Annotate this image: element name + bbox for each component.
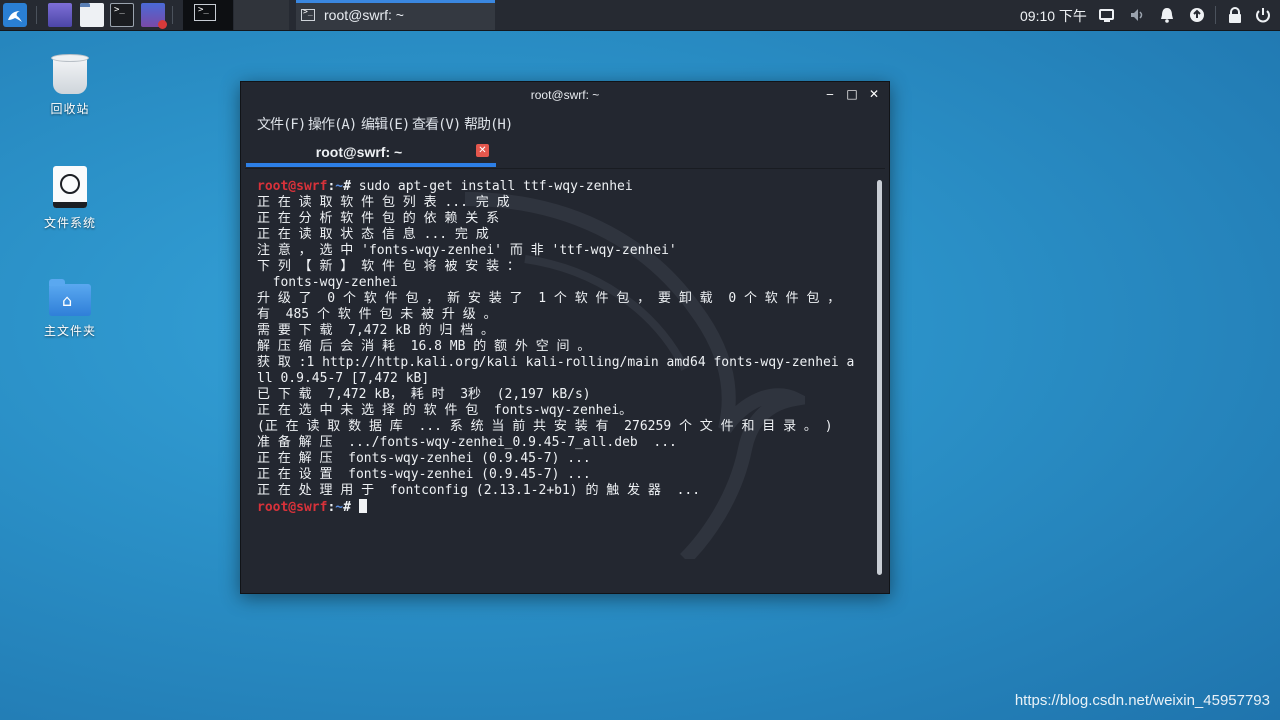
source-watermark-text: https://blog.csdn.net/weixin_45957793 (1014, 692, 1270, 709)
notification-bell-icon[interactable] (1158, 6, 1176, 24)
menu-view[interactable]: 查看(V) (412, 114, 461, 134)
kali-dragon-icon[interactable] (3, 3, 27, 27)
window-titlebar[interactable]: root@swrf: ~ ‒ □ ✕ (241, 82, 889, 108)
workspace-thumbnail-glyph: >_ (198, 5, 209, 15)
desktop-icon-filesystem[interactable]: 文件系统 (25, 166, 115, 231)
desktop-icon-home[interactable]: ⌂ 主文件夹 (25, 279, 115, 339)
window-title: root@swrf: ~ (530, 88, 600, 102)
update-icon[interactable] (1188, 6, 1206, 24)
taskbar-button-label: root@swrf: ~ (324, 7, 404, 23)
lock-icon[interactable] (1226, 6, 1244, 24)
kali-dragon-icon-glyph (8, 11, 22, 22)
terminal-window: root@swrf: ~ ‒ □ ✕ 文件(F) 操作(A) 编辑(E) 查看(… (240, 81, 890, 594)
task-icon-glyph: >_ (303, 7, 313, 16)
house-glyph: ⌂ (62, 291, 73, 310)
scrollbar[interactable] (877, 180, 882, 575)
tab-bar: root@swrf: ~ ✕ (241, 138, 889, 168)
tab-label: root@swrf: ~ (315, 144, 403, 160)
prompt-hash: # (343, 179, 351, 194)
display-icon[interactable] (1098, 6, 1116, 24)
prompt-hash: # (343, 500, 351, 515)
text-cursor (358, 499, 367, 513)
desktop-icon-label: 回收站 (50, 102, 90, 116)
terminal-icon: >_ (301, 7, 315, 21)
prompt-user: root@swrf (257, 500, 328, 515)
minimize-button[interactable]: ‒ (823, 87, 837, 101)
menu-file[interactable]: 文件(F) (257, 114, 306, 134)
taskbar-button-terminal[interactable]: >_ root@swrf: ~ (296, 0, 495, 30)
menu-bar: 文件(F) 操作(A) 编辑(E) 查看(V) 帮助(H) (241, 110, 889, 136)
panel-separator (172, 6, 173, 24)
menu-edit[interactable]: 编辑(E) (361, 114, 410, 134)
tab-close-button[interactable]: ✕ (476, 144, 489, 157)
file-manager-icon[interactable] (80, 3, 104, 27)
workspace-app-icon[interactable] (48, 3, 72, 27)
workspace-1[interactable]: >_ (183, 0, 233, 30)
prompt-path: ~ (335, 179, 344, 194)
top-panel: >_ >_ >_ root@swrf: ~ 09:10 下午 (0, 0, 1280, 31)
close-button[interactable]: ✕ (867, 87, 881, 101)
desktop-icon-label: 主文件夹 (43, 324, 96, 338)
panel-separator (36, 6, 37, 24)
desktop-icon-label: 文件系统 (43, 216, 96, 230)
command-text: sudo apt-get install ttf-wqy-zenhei (350, 179, 633, 194)
tab-terminal[interactable]: root@swrf: ~ ✕ (246, 138, 496, 167)
menu-actions[interactable]: 操作(A) (308, 114, 357, 134)
workspace-2[interactable] (234, 0, 289, 30)
volume-icon[interactable] (1128, 6, 1146, 24)
terminal-text: root@swrf:~# sudo apt-get install ttf-wq… (257, 179, 859, 516)
command-output: 正 在 读 取 软 件 包 列 表 ... 完 成 正 在 分 析 软 件 包 … (257, 195, 855, 498)
terminal-glyph: >_ (114, 5, 125, 15)
trash-icon (51, 54, 89, 94)
clock[interactable]: 09:10 下午 (1020, 6, 1087, 26)
screen-recorder-icon[interactable] (141, 3, 167, 29)
home-folder-icon: ⌂ (49, 279, 91, 316)
power-icon[interactable] (1254, 6, 1272, 24)
desktop-icon-trash[interactable]: 回收站 (25, 54, 115, 117)
menu-help[interactable]: 帮助(H) (464, 114, 513, 134)
prompt-path: ~ (335, 500, 344, 515)
terminal-icon[interactable]: >_ (110, 3, 134, 27)
prompt-user: root@swrf (257, 179, 328, 194)
maximize-button[interactable]: □ (845, 87, 859, 101)
workspace-window-thumbnail: >_ (194, 4, 216, 21)
terminal-output-area[interactable]: root@swrf:~# sudo apt-get install ttf-wq… (245, 168, 885, 591)
drive-icon (53, 166, 87, 208)
panel-separator (1215, 6, 1216, 24)
